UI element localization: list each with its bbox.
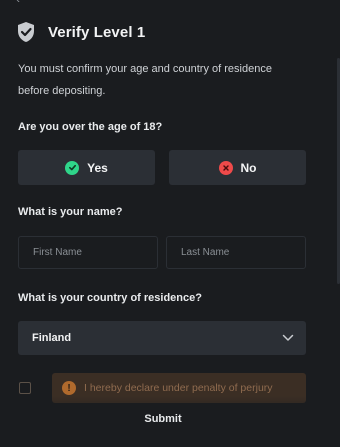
yes-label: Yes	[87, 160, 108, 175]
no-label: No	[240, 160, 257, 175]
name-question: What is your name?	[18, 206, 123, 218]
country-question: What is your country of residence?	[18, 292, 202, 304]
back-icon[interactable]: ‹	[16, 0, 28, 5]
age-question: Are you over the age of 18?	[18, 121, 163, 133]
modal-header: Verify Level 1	[16, 21, 145, 43]
country-select-value: Finland	[32, 332, 72, 344]
country-select[interactable]: Finland	[18, 321, 306, 355]
yes-button[interactable]: Yes	[18, 150, 155, 185]
declaration-text: I hereby declare under penalty of perjur…	[84, 382, 273, 394]
intro-line-1: You must confirm your age and country of…	[18, 63, 272, 75]
check-icon	[65, 160, 80, 175]
no-button[interactable]: No	[169, 150, 306, 185]
submit-button[interactable]: Submit	[0, 413, 326, 425]
shield-check-icon	[18, 22, 34, 42]
close-icon	[218, 160, 233, 175]
last-name-input[interactable]	[166, 236, 306, 269]
intro-text: You must confirm your age and country of…	[18, 58, 318, 102]
declaration-box: ! I hereby declare under penalty of perj…	[52, 373, 306, 403]
declaration-checkbox[interactable]	[19, 382, 31, 394]
chevron-down-icon	[282, 334, 294, 341]
intro-line-2: before depositing.	[18, 85, 106, 97]
first-name-input[interactable]	[18, 236, 158, 269]
warning-icon: !	[62, 381, 76, 395]
page-title: Verify Level 1	[48, 23, 146, 41]
